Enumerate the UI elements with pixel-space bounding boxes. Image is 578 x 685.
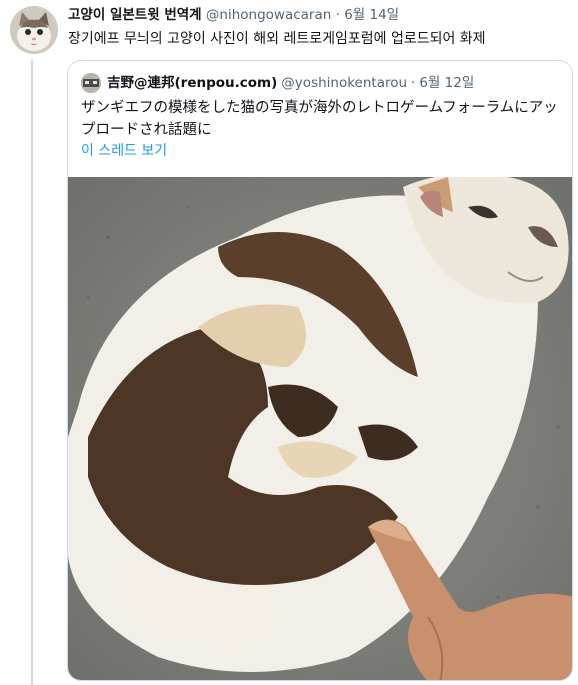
tweet-text: 장기에프 무늬의 고양이 사진이 해외 레트로게임포럼에 업로드되어 화제 xyxy=(68,31,486,47)
quoted-author-handle[interactable]: @yoshinokentarou xyxy=(281,74,407,92)
tweet-header: 고양이 일본트윗 번역계 @nihongowacaran · 6월 14일 xyxy=(68,6,399,24)
quoted-author-name[interactable]: 吉野@連邦(renpou.com) xyxy=(107,74,277,92)
cat-photo[interactable] xyxy=(68,177,572,680)
quoted-author-avatar xyxy=(81,73,101,93)
tweet-date[interactable]: 6월 14일 xyxy=(344,7,399,23)
quoted-tweet-card[interactable]: 吉野@連邦(renpou.com) @yoshinokentarou · 6월 … xyxy=(67,60,573,681)
quoted-tweet-text: ザンギエフの模様をした猫の写真が海外のレトロゲームフォーラムにアップロードされ話… xyxy=(81,100,558,138)
author-name[interactable]: 고양이 일본트윗 번역계 xyxy=(68,7,202,23)
show-thread-link[interactable]: 이 스레드 보기 xyxy=(81,141,167,161)
author-avatar[interactable] xyxy=(10,6,58,54)
thread-connector-line xyxy=(31,60,33,685)
author-handle[interactable]: @nihongowacaran xyxy=(206,7,331,23)
quoted-tweet-header: 吉野@連邦(renpou.com) @yoshinokentarou · 6월 … xyxy=(81,73,474,93)
quoted-meta-separator: · xyxy=(411,75,416,91)
quoted-tweet-date[interactable]: 6월 12일 xyxy=(419,74,474,92)
meta-separator: · xyxy=(335,7,340,23)
